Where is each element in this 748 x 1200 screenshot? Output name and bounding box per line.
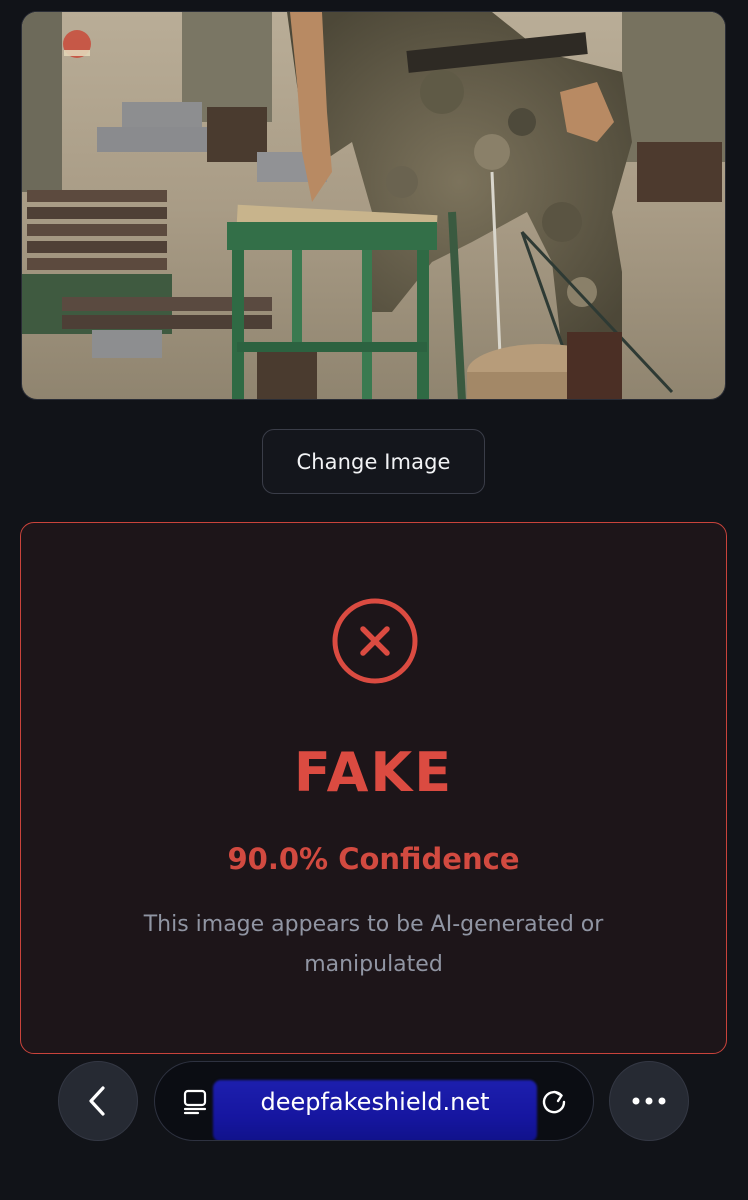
address-bar[interactable]: deepfakeshield.net bbox=[154, 1061, 594, 1141]
tabs-icon[interactable] bbox=[181, 1088, 209, 1116]
x-circle-icon bbox=[332, 598, 418, 684]
back-icon bbox=[89, 1086, 105, 1116]
verdict-label: FAKE bbox=[293, 741, 454, 804]
url-text: deepfakeshield.net bbox=[260, 1088, 490, 1116]
uploaded-image bbox=[21, 11, 726, 400]
more-icon bbox=[632, 1097, 666, 1105]
page: Change Image FAKE 90.0% Confidence This … bbox=[0, 0, 748, 1200]
reload-icon[interactable] bbox=[539, 1087, 569, 1117]
change-image-button[interactable]: Change Image bbox=[262, 429, 485, 494]
confidence-score: 90.0% Confidence bbox=[227, 842, 520, 876]
detection-result-card: FAKE 90.0% Confidence This image appears… bbox=[20, 522, 727, 1054]
browser-more-button[interactable] bbox=[609, 1061, 689, 1141]
browser-back-button[interactable] bbox=[58, 1061, 138, 1141]
verdict-description: This image appears to be AI-generated or… bbox=[143, 912, 604, 977]
